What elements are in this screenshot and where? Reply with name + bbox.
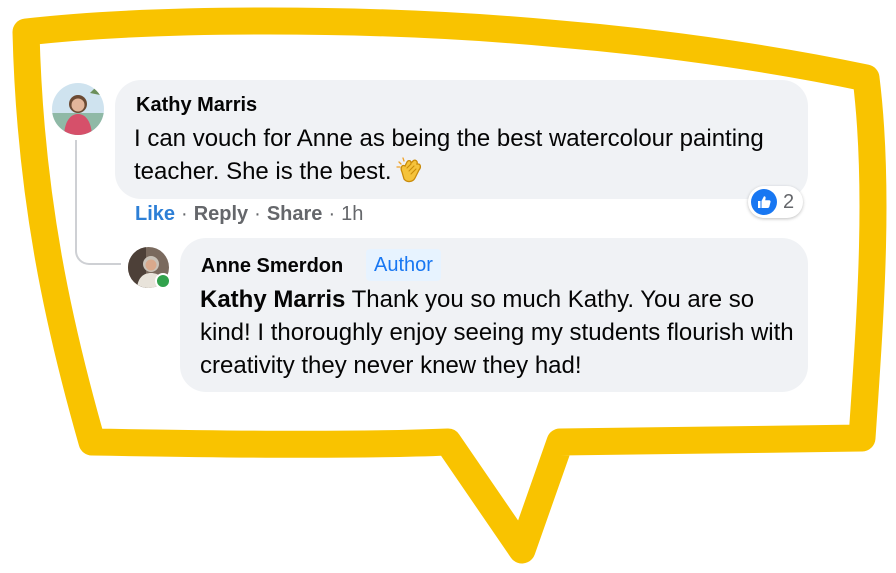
reply-text: Kathy Marris Thank you so much Kathy. Yo… xyxy=(200,283,800,382)
online-status-indicator xyxy=(155,273,171,289)
share-button[interactable]: Share xyxy=(267,203,323,225)
comment-timestamp[interactable]: 1h xyxy=(341,203,363,225)
reply-author-name[interactable]: Anne Smerdon xyxy=(201,255,343,278)
author-badge: Author xyxy=(366,249,441,281)
profile-photo-icon xyxy=(52,83,104,135)
anne-avatar[interactable] xyxy=(128,247,171,289)
comment-author-name[interactable]: Kathy Marris xyxy=(136,94,257,117)
comment-bubble: Kathy Marris I can vouch for Anne as bei… xyxy=(115,80,808,199)
comment-text: I can vouch for Anne as being the best w… xyxy=(134,122,774,188)
comment-actions: Like · Reply · Share · 1h xyxy=(135,203,363,226)
reaction-summary[interactable]: 2 xyxy=(748,186,804,218)
like-button[interactable]: Like xyxy=(135,203,175,225)
reaction-count: 2 xyxy=(783,190,795,213)
reply-bubble: Anne Smerdon Author Kathy Marris Thank y… xyxy=(180,238,808,392)
kathy-avatar[interactable] xyxy=(52,83,104,135)
separator: · xyxy=(328,203,336,225)
mention-link[interactable]: Kathy Marris xyxy=(200,286,345,313)
separator: · xyxy=(181,203,188,225)
clapping-hands-icon xyxy=(395,157,421,183)
reply-button[interactable]: Reply xyxy=(194,203,248,225)
comment-text-content: I can vouch for Anne as being the best w… xyxy=(134,125,764,185)
thumbs-up-icon xyxy=(751,189,777,215)
separator: · xyxy=(254,203,261,225)
